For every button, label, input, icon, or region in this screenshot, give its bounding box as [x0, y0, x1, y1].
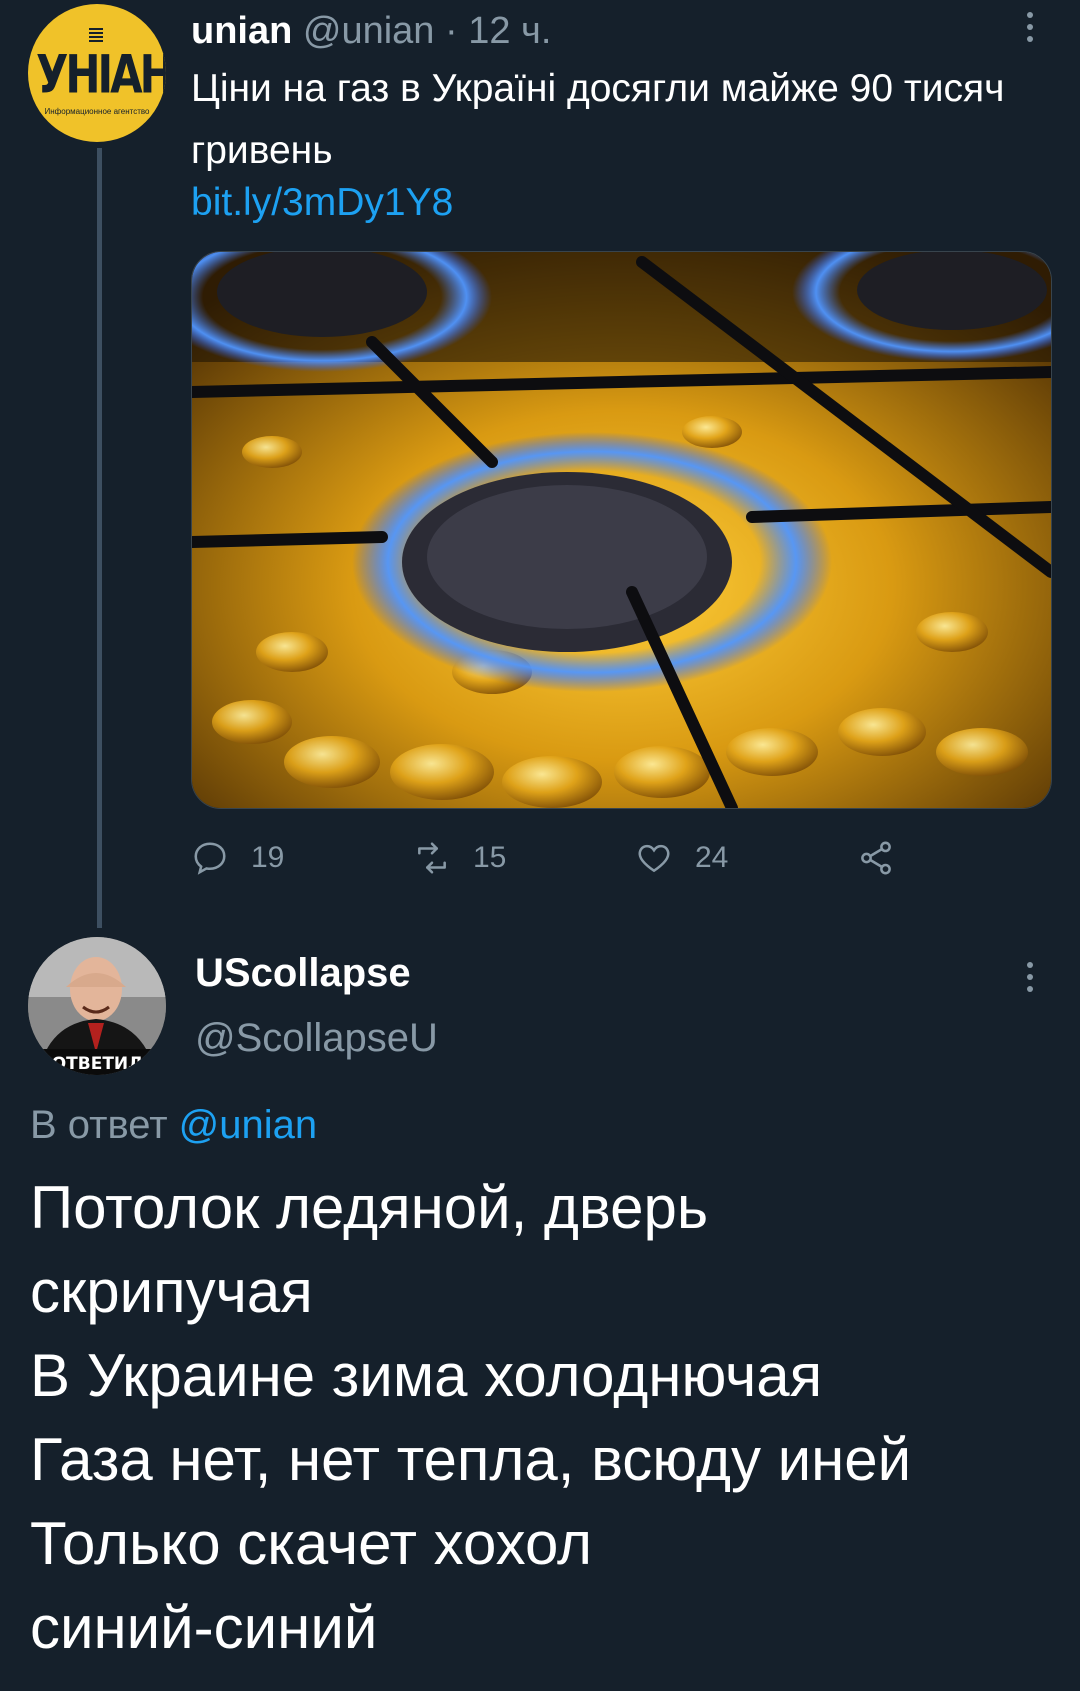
user-photo-image: ОТВЕТИЛ [28, 937, 166, 1075]
like-count: 24 [695, 841, 729, 874]
reply-mention-link[interactable]: @unian [179, 1103, 317, 1147]
reply-count: 19 [251, 841, 285, 874]
like-button[interactable]: 24 [635, 836, 728, 880]
gas-burner-coins-image [192, 252, 1051, 808]
tweet-link[interactable]: bit.ly/3mDy1Y8 [191, 178, 453, 228]
tweet-media-image[interactable] [191, 251, 1052, 809]
share-icon [861, 841, 891, 875]
reply-icon [194, 842, 226, 875]
share-button[interactable] [857, 836, 895, 880]
avatar-logo-subtext: Информационное агентство [44, 107, 150, 116]
author-name[interactable]: unian [191, 10, 292, 52]
author-handle[interactable]: @ScollapseU [195, 1013, 438, 1063]
tweet-header: unian @unian · 12 ч. [191, 8, 551, 54]
tweet-actions-bar: 19 15 24 [191, 836, 911, 880]
tweet-text: Ціни на газ в Україні досягли майже 90 т… [191, 67, 1005, 172]
author-name[interactable]: UScollapse [195, 948, 411, 998]
logo-mark-icon [89, 28, 103, 42]
avatar-logo-text: УНІАН [36, 43, 166, 106]
reply-context: В ответ @unian [30, 1100, 317, 1150]
retweet-count: 15 [473, 841, 507, 874]
avatar[interactable]: УНІАН Информационное агентство [28, 4, 166, 142]
reply-button[interactable]: 19 [191, 836, 284, 880]
author-handle[interactable]: @unian [303, 10, 435, 52]
more-options-icon[interactable] [1020, 8, 1040, 56]
avatar[interactable]: ОТВЕТИЛ [28, 937, 166, 1075]
retweet-icon [418, 842, 446, 874]
retweet-button[interactable]: 15 [413, 836, 506, 880]
timestamp[interactable]: 12 ч. [468, 10, 551, 52]
avatar-caption: ОТВЕТИЛ [52, 1054, 143, 1074]
thread-connector-line [97, 148, 102, 928]
more-options-icon[interactable] [1020, 958, 1040, 1006]
heart-icon [638, 844, 670, 873]
reply-prefix: В ответ [30, 1103, 168, 1147]
separator: · [434, 10, 469, 52]
tweet-text: Потолок ледяной, дверь скрипучая В Украи… [30, 1174, 912, 1661]
